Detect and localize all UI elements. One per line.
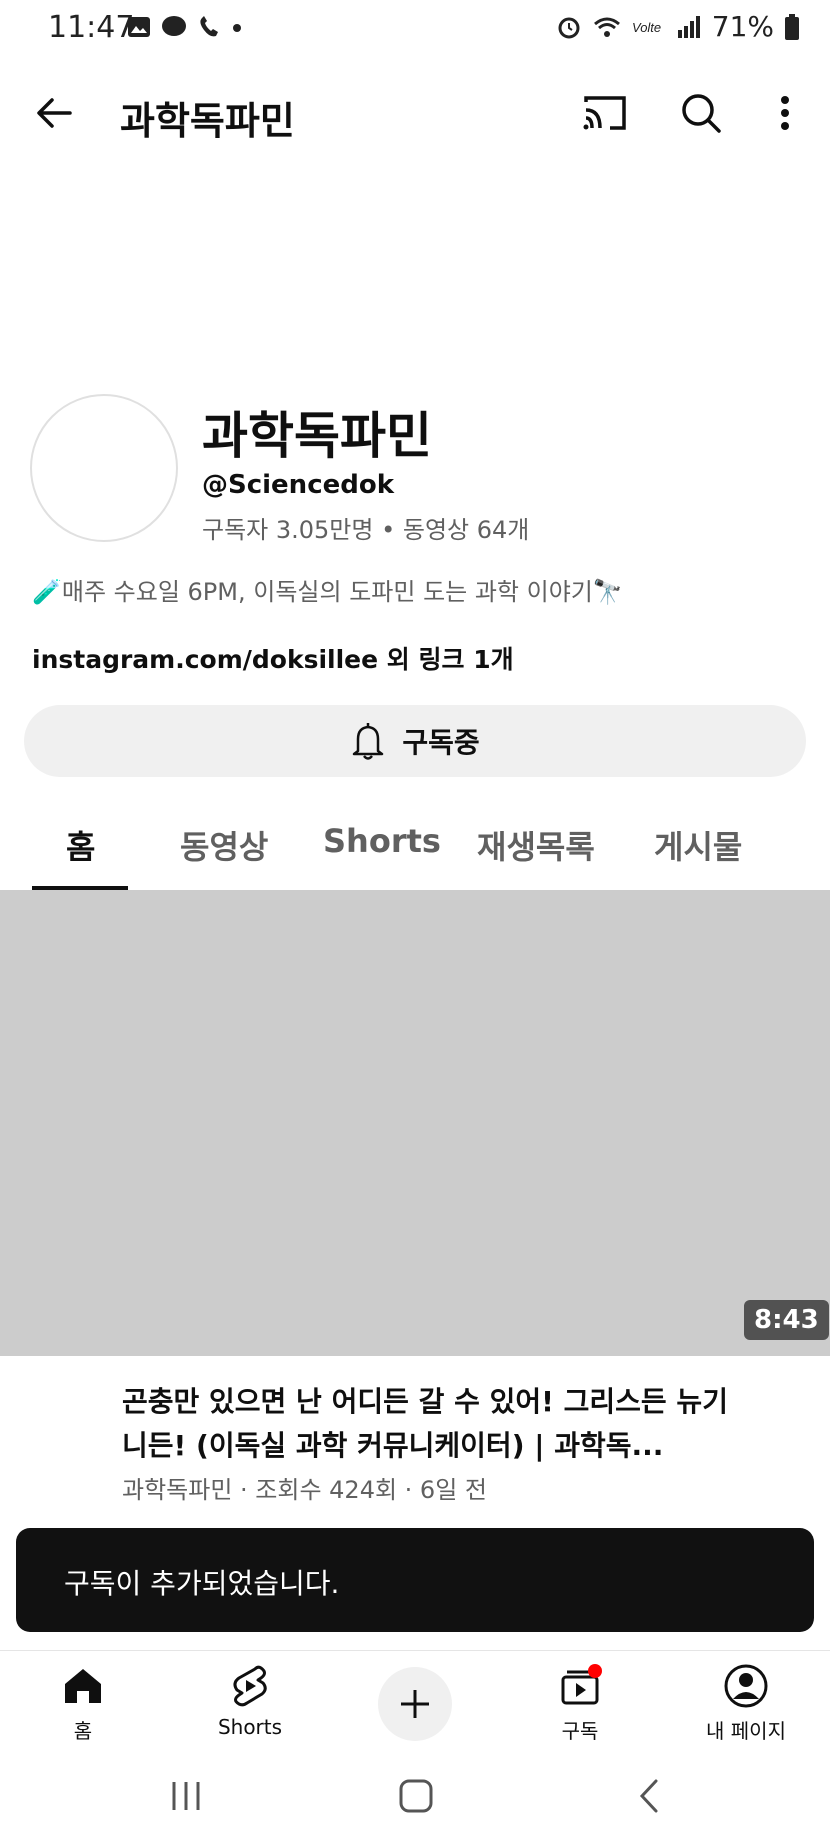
back-system-icon[interactable] [632,1778,668,1814]
svg-text:Volte: Volte [632,20,661,35]
tab-posts[interactable]: 게시물 [654,822,742,868]
channel-handle: @Sciencedok [202,470,395,500]
tab-home[interactable]: 홈 [66,822,95,868]
nav-you-label: 내 페이지 [706,1719,786,1743]
video-title[interactable]: 곤충만 있으면 난 어디든 갈 수 있어! 그리스든 뉴기니든! (이독실 과학… [122,1380,742,1468]
subscription-toast: 구독이 추가되었습니다. [16,1528,814,1632]
channel-avatar[interactable] [30,394,178,542]
shorts-icon [233,1665,267,1707]
channel-stats: 구독자 3.05만명 • 동영상 64개 [202,516,530,544]
tab-shorts[interactable]: Shorts [323,822,441,860]
tab-videos[interactable]: 동영상 [180,822,268,868]
battery-percent: 71% [711,10,774,43]
chat-notification-icon [162,16,186,36]
search-button[interactable] [676,88,726,138]
status-time: 11:47 [48,10,135,45]
nav-subscriptions[interactable]: 구독 [520,1663,640,1744]
subscriptions-icon [561,1664,602,1705]
alarm-icon [558,17,580,38]
bottom-navigation: 홈 Shorts 구독 내 페이지 [0,1650,830,1751]
nav-shorts-label: Shorts [217,1715,283,1739]
system-navigation-bar [0,1750,830,1844]
call-notification-icon [200,16,218,37]
nav-subscriptions-label: 구독 [561,1719,599,1743]
channel-link[interactable]: instagram.com/doksillee 외 링크 1개 [32,640,514,676]
app-bar: 과학독파민 [0,62,830,158]
battery-icon [785,13,799,40]
toast-message: 구독이 추가되었습니다. [64,1567,340,1600]
volte-icon: Volte [632,20,661,35]
dot-icon [233,24,241,32]
nav-home-label: 홈 [73,1719,93,1743]
home-system-icon[interactable] [398,1778,434,1814]
signal-icon [677,15,700,38]
video-duration-badge: 8:43 [744,1300,829,1340]
nav-you[interactable]: 내 페이지 [686,1663,806,1744]
notification-icons [126,14,242,40]
more-vert-icon [781,96,789,130]
subscribed-button[interactable]: 구독중 [24,705,806,777]
status-right: Volte 71% [556,10,800,43]
more-options-button[interactable] [770,88,800,138]
nav-shorts[interactable]: Shorts [190,1663,310,1739]
create-button[interactable] [378,1667,452,1741]
recents-icon[interactable] [168,1778,204,1814]
plus-icon [401,1690,429,1718]
subscribed-label: 구독중 [402,726,480,759]
bell-icon [353,723,384,760]
channel-name: 과학독파민 [202,407,432,465]
image-notification-icon [128,17,150,37]
cast-button[interactable] [580,88,630,138]
back-arrow-icon [37,98,72,128]
nav-home[interactable]: 홈 [23,1663,143,1744]
back-button[interactable] [30,88,80,138]
home-icon [65,1669,101,1703]
tab-playlists[interactable]: 재생목록 [477,822,595,868]
app-title: 과학독파민 [120,99,295,143]
channel-description[interactable]: 🧪매주 수요일 6PM, 이독실의 도파민 도는 과학 이야기🔭 [32,572,623,607]
cast-icon [583,96,626,130]
status-bar: 11:47 Volte 71% [0,0,830,62]
video-thumbnail[interactable] [0,890,830,1356]
account-icon [724,1664,768,1708]
search-icon [682,94,721,133]
wifi-icon [593,17,620,37]
channel-tabs: 홈 동영상 Shorts 재생목록 게시물 [0,800,830,890]
video-meta: 과학독파민 · 조회수 424회 · 6일 전 [122,1476,487,1504]
